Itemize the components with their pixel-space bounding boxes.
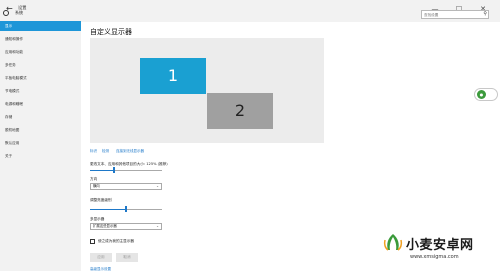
sidebar-item-tablet-mode[interactable]: 平板电脑模式	[0, 73, 81, 83]
search-input[interactable]	[424, 11, 478, 18]
monitor-1-tile[interactable]: 1	[140, 58, 206, 94]
cancel-button[interactable]: 取消	[116, 253, 138, 262]
multiple-displays-select[interactable]: 扩展这些显示器 ⌄	[90, 223, 162, 230]
main-display-checkbox-label: 使之成为我的主显示器	[98, 239, 134, 243]
monitor-2-tile[interactable]: 2	[207, 93, 273, 129]
sidebar-item-default-apps[interactable]: 默认应用	[0, 138, 81, 148]
sidebar-item-about[interactable]: 关于	[0, 151, 81, 161]
sidebar-header-system: 系统	[15, 10, 23, 15]
scale-slider-fill	[90, 170, 114, 171]
main-display-checkbox[interactable]	[90, 239, 95, 244]
search-box[interactable]: ⚲	[421, 10, 489, 19]
scale-label: 更改文本、应用和其他项目的大小: 125% (推荐)	[90, 162, 168, 166]
sidebar-item-storage[interactable]: 存储	[0, 112, 81, 122]
orientation-select[interactable]: 横向 ⌄	[90, 183, 162, 190]
sidebar-item-display[interactable]: 显示	[0, 21, 81, 31]
multiple-displays-label: 多显示器	[90, 217, 105, 221]
sidebar-item-apps[interactable]: 应用和功能	[0, 47, 81, 57]
connect-wireless-display-link[interactable]: 连接到无线显示器	[116, 149, 144, 154]
brightness-label: 调整亮度级别	[90, 198, 112, 202]
gear-icon	[3, 10, 9, 16]
brightness-slider-fill	[90, 209, 126, 210]
advanced-display-settings-link[interactable]: 高级显示设置	[90, 267, 111, 272]
brightness-slider-thumb[interactable]	[125, 206, 127, 212]
sidebar-item-battery-saver[interactable]: 节电模式	[0, 86, 81, 96]
multiple-displays-value: 扩展这些显示器	[93, 224, 117, 228]
sidebar-item-notifications[interactable]: 通知和操作	[0, 34, 81, 44]
search-icon[interactable]: ⚲	[483, 11, 487, 18]
detect-link[interactable]: 检测	[102, 149, 109, 154]
watermark-url: www.xmsigma.com	[410, 254, 459, 260]
widget-globe-icon[interactable]: ●	[477, 90, 486, 99]
orientation-label: 方向	[90, 177, 98, 181]
sidebar-item-offline-maps[interactable]: 脱机地图	[0, 125, 81, 135]
sidebar-item-multitasking[interactable]: 多任务	[0, 60, 81, 70]
chevron-down-icon: ⌄	[156, 224, 159, 228]
scale-slider-thumb[interactable]	[112, 167, 115, 173]
watermark-name: 小麦安卓网	[406, 238, 474, 253]
orientation-value: 横向	[93, 184, 100, 188]
watermark-logo	[383, 234, 403, 251]
chevron-down-icon: ⌄	[156, 184, 159, 188]
identify-link[interactable]: 标识	[90, 149, 97, 154]
sidebar-item-power-sleep[interactable]: 电源和睡眠	[0, 99, 81, 109]
page-title: 自定义显示器	[90, 28, 132, 36]
apply-button[interactable]: 应用	[90, 253, 112, 262]
